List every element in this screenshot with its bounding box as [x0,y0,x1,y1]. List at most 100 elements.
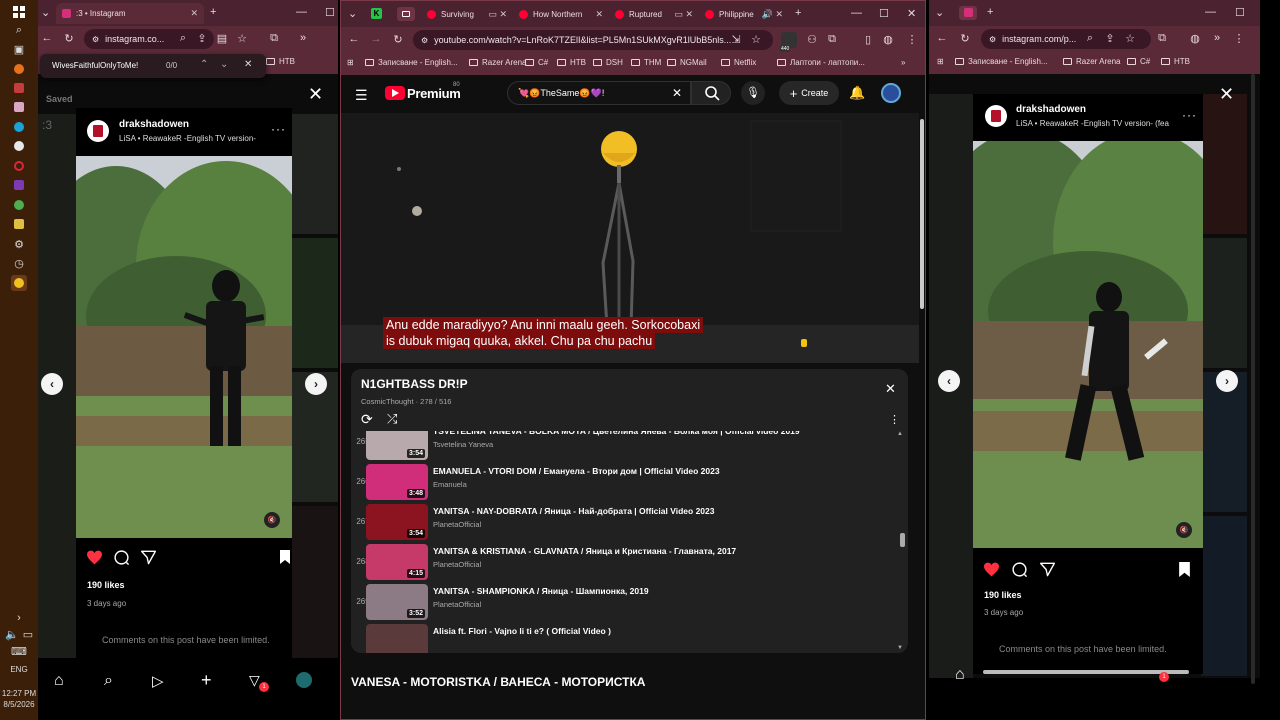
loop-icon[interactable]: ⟳ [361,411,373,428]
chevron-up-icon[interactable]: › [11,610,27,626]
start-button[interactable] [11,4,27,20]
playlist-item-title[interactable]: EMANUELA - VTORI DOM / Емануела - Втори … [433,466,893,476]
playlist-menu-icon[interactable]: ⋮ [889,413,900,426]
chrome-profile-icon[interactable] [11,197,27,213]
find-next-icon[interactable]: ⌄ [220,59,228,70]
chrome-menu-icon[interactable]: ⋮ [905,33,919,46]
voice-search-icon[interactable]: 🎙 [741,81,765,105]
new-tab-button[interactable]: + [210,6,216,18]
playlist-scrollbar[interactable] [900,533,905,547]
playlist-item-channel[interactable]: Emanuela [433,480,467,489]
site-info-icon[interactable]: ⚙ [92,35,99,44]
post-username[interactable]: drakshadowen [119,119,189,130]
bookmark-item[interactable]: NGMail [667,58,707,67]
playlist-item[interactable]: 265 3:54 TSVETELINA YANEVA - BOLKA MOYA / … [351,431,896,463]
save-post-icon[interactable] [280,550,290,564]
bookmark-item[interactable]: Razer Arena [1063,57,1120,66]
account-avatar[interactable] [881,83,901,103]
mute-icon[interactable]: 🔇 [264,512,280,528]
bookmark-item[interactable]: THM [631,58,661,67]
post-video[interactable]: 🔇 [76,156,292,538]
task-view-icon[interactable]: ▣ [11,41,27,57]
playlist-item-title[interactable]: TSVETELINA YANEVA - BOLKA MOYA / Цветели… [433,431,893,436]
avatar[interactable] [87,120,109,142]
apps-icon[interactable]: ⊞ [347,58,354,67]
volume-icon[interactable]: 🔈 [4,626,20,642]
playlist-item-title[interactable]: YANITSA & KRISTIANA - GLAVNATA / Яница и… [433,546,893,556]
bookmark-star-icon[interactable]: ☆ [1123,32,1137,45]
page-scrollbar-track[interactable] [1251,74,1255,684]
close-window-icon[interactable]: ✕ [907,7,916,20]
close-modal-icon[interactable]: ✕ [1219,84,1234,105]
profile-icon[interactable]: ◍ [881,33,895,46]
close-playlist-icon[interactable]: ✕ [885,381,896,397]
next-post-button[interactable]: › [1216,370,1238,392]
network-icon[interactable]: ▭ [20,626,36,642]
playlist-item-title[interactable]: YANITSA - NAY-DOBRATA / Яница - Най-добр… [433,506,893,516]
playlist-item-thumbnail[interactable]: 3:54 [366,431,428,460]
more-bookmarks-icon[interactable]: » [901,58,905,67]
new-tab-button[interactable]: + [987,6,993,18]
extensions-icon[interactable]: ⧉ [1155,32,1169,45]
bookmark-item[interactable]: НТВ [557,58,586,67]
address-bar[interactable]: ⚙ youtube.com/watch?v=LnRoK7TZElI&list=P… [413,30,773,50]
back-icon[interactable]: ← [347,33,361,45]
comment-icon[interactable] [113,549,130,566]
mute-icon[interactable]: 🔇 [1176,522,1192,538]
avatar[interactable] [985,105,1007,127]
clear-search-icon[interactable]: ✕ [672,86,682,100]
tab-instagram[interactable]: :3 • Instagram ✕ [56,3,204,24]
opera-icon[interactable] [11,158,27,174]
reload-icon[interactable]: ↻ [391,33,405,46]
clock-app-icon[interactable]: ◷ [11,255,27,271]
close-tab-icon[interactable]: ✕ [186,8,198,19]
post-username[interactable]: drakshadowen [1016,104,1086,115]
zoom-icon[interactable]: ⌕ [1083,32,1097,45]
share-post-icon[interactable] [140,550,157,565]
settings-icon[interactable]: ⚙ [11,236,27,252]
edge-icon[interactable] [11,119,27,135]
comment-icon[interactable] [1011,561,1028,578]
profile-icon[interactable]: ◍ [1188,32,1202,45]
extension-icon[interactable]: 440 [780,32,797,52]
bookmark-item[interactable]: Записване - English... [955,57,1048,66]
shuffle-icon[interactable]: ⤮ [387,411,397,427]
likes-count[interactable]: 190 likes [984,590,1022,600]
post-video[interactable]: 🔇 [973,141,1203,548]
keyboard-icon[interactable]: ⌨ [11,643,27,659]
post-audio[interactable]: LiSA • ReawakeR -English TV version- [119,134,259,143]
kick-tab-icon[interactable]: K [371,8,382,19]
bookmark-item[interactable]: НТВ [1161,57,1190,66]
page-scrollbar[interactable] [920,119,924,309]
more-tools-icon[interactable]: » [296,32,310,44]
chrome-active-icon[interactable] [11,275,27,291]
find-close-icon[interactable]: ✕ [244,59,252,70]
back-icon[interactable]: ← [40,32,54,44]
language-indicator[interactable]: ENG [0,665,38,674]
playlist-item-thumbnail[interactable]: 3:48 [366,464,428,500]
clock-date[interactable]: 8/5/2026 [0,700,38,709]
onenote-icon[interactable] [11,177,27,193]
playlist-item-channel[interactable]: PlanetaOfficial [433,600,481,609]
search-icon[interactable]: ⌕ [11,22,27,38]
bookmark-item[interactable]: DSH [593,58,623,67]
bookmark-item[interactable]: Лаптопи - лаптопи... [777,58,865,67]
app-icon[interactable] [11,80,27,96]
forward-icon[interactable]: → [369,33,383,45]
share-post-icon[interactable] [1039,562,1056,577]
home-icon[interactable]: ⌂ [955,666,965,684]
extension-icon-2[interactable]: ⚇ [805,33,819,46]
tab-search-icon[interactable]: ⌄ [348,7,357,20]
back-icon[interactable]: ← [935,32,949,44]
previous-post-button[interactable]: ‹ [41,373,63,395]
zoom-icon[interactable]: ⌕ [176,32,190,45]
close-tab-icon[interactable]: ▭ ✕ [484,9,507,20]
more-options-icon[interactable]: ··· [1182,108,1197,122]
playlist-title[interactable]: N1GHTBASS DR!P [361,377,468,391]
likes-count[interactable]: 190 likes [87,580,125,590]
find-input[interactable]: WivesFaithfulOnlyToMe! [52,61,138,70]
playlist-item-title[interactable]: YANITSA - SHAMPIONKA / Яница - Шампионка… [433,586,893,596]
photos-icon[interactable] [11,99,27,115]
site-info-icon[interactable]: ⚙ [421,36,428,45]
tab-philippine[interactable]: Philippine 🔊 ✕ [699,4,789,25]
